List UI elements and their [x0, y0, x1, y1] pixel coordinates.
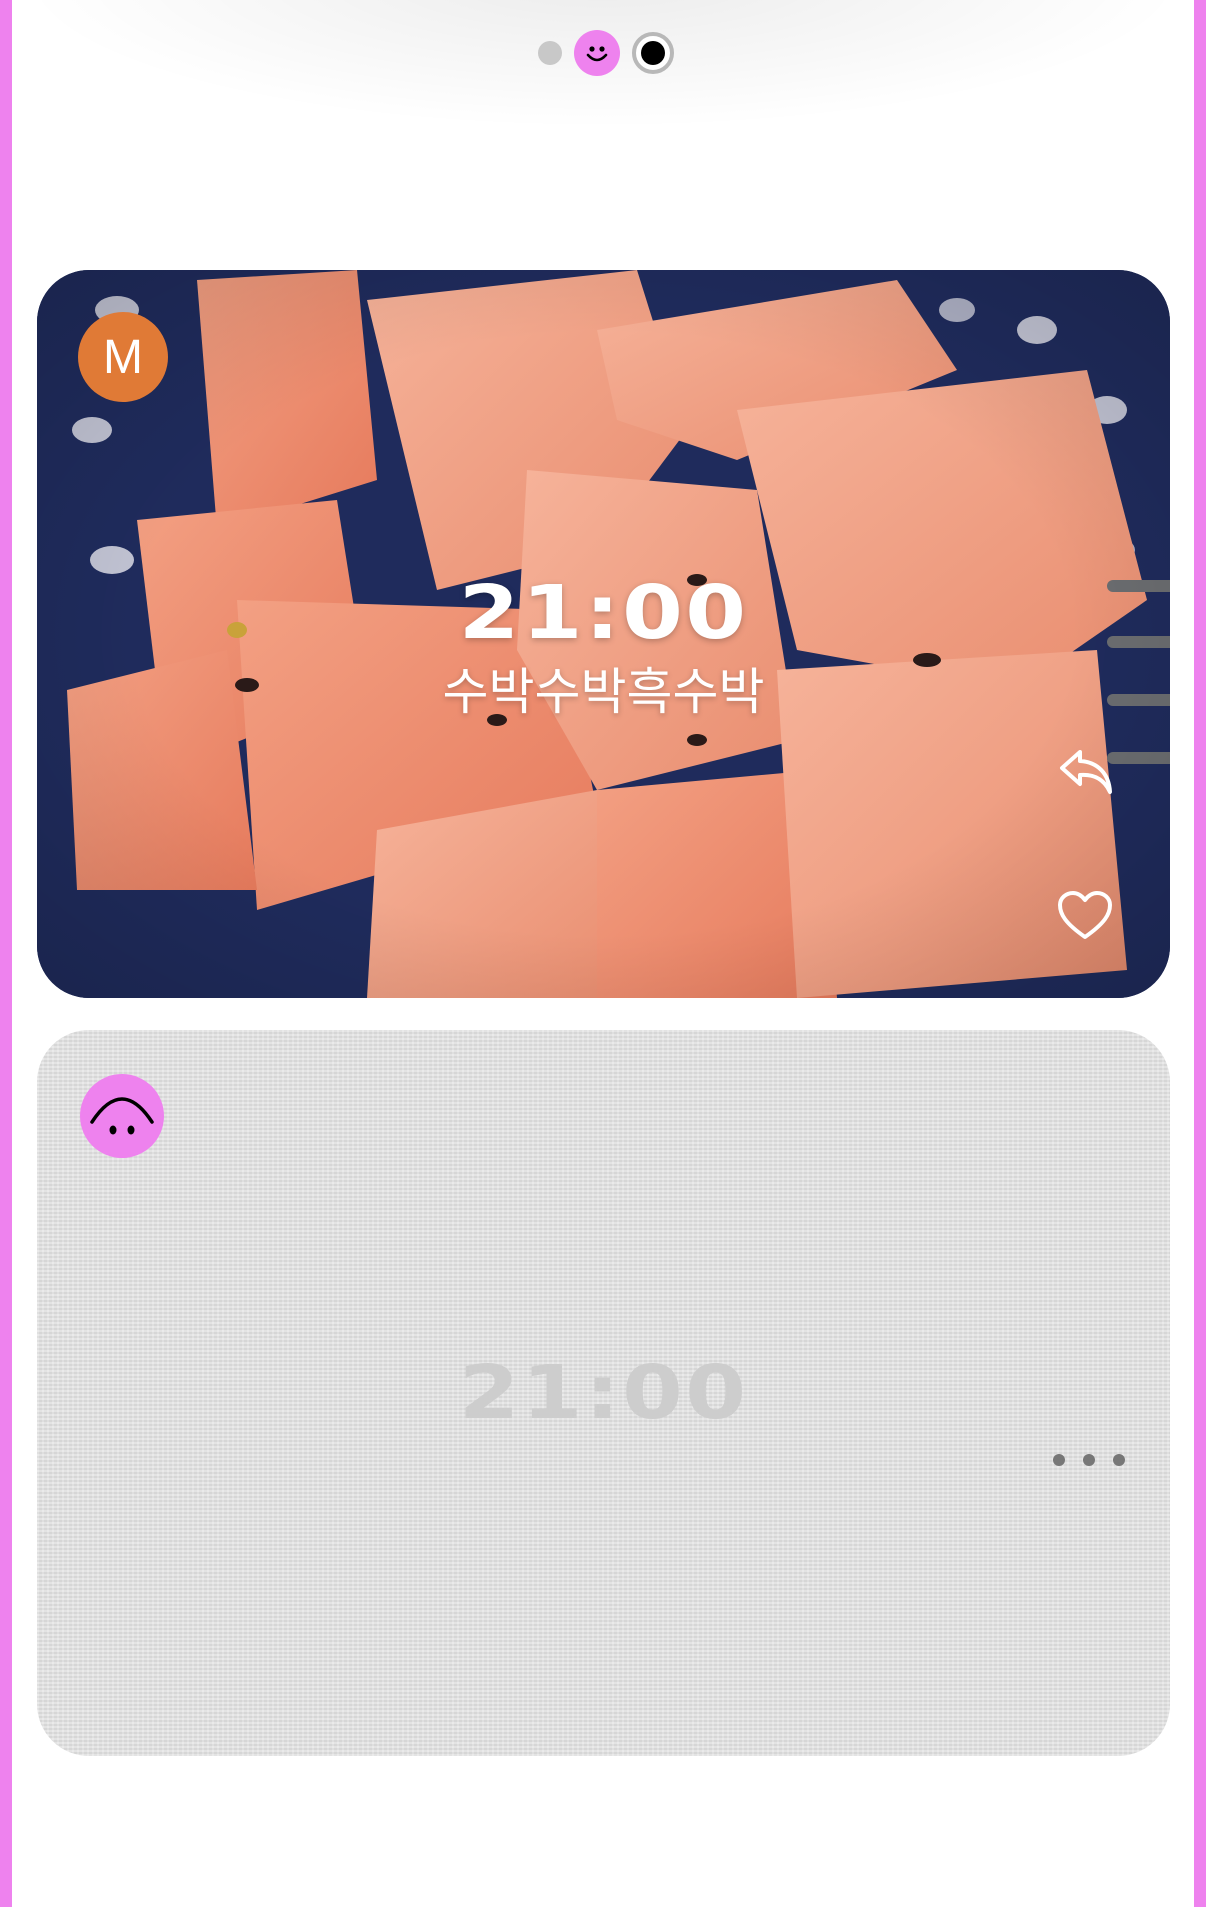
heart-icon	[1058, 891, 1112, 939]
post-caption: 수박수박흑수박	[442, 663, 765, 721]
smiley-page-dot[interactable]	[574, 30, 620, 76]
reply-icon	[1060, 750, 1112, 794]
author-avatar[interactable]: M	[78, 312, 168, 402]
more-dot	[1083, 1454, 1095, 1466]
smiley-icon	[586, 46, 608, 62]
right-accent-border	[1194, 0, 1206, 1907]
active-page-dot[interactable]	[632, 32, 674, 74]
more-options-button[interactable]	[1053, 1440, 1125, 1480]
photo-post-card[interactable]: M 21:00 수박수박흑수박	[37, 270, 1170, 998]
more-dot	[1053, 1454, 1065, 1466]
author-avatar[interactable]	[80, 1074, 164, 1158]
page-dot[interactable]	[538, 41, 562, 65]
like-button[interactable]	[1053, 884, 1117, 948]
reply-button[interactable]	[1053, 740, 1117, 804]
avatar-initial: M	[103, 330, 143, 384]
post-time: 21:00	[458, 1350, 749, 1436]
page-indicator	[538, 28, 674, 78]
more-dot	[1113, 1454, 1125, 1466]
locked-post-card[interactable]: 21:00	[37, 1030, 1170, 1756]
upside-down-smiley-icon	[90, 1097, 154, 1135]
post-time: 21:00	[458, 570, 749, 656]
left-accent-border	[0, 0, 12, 1907]
